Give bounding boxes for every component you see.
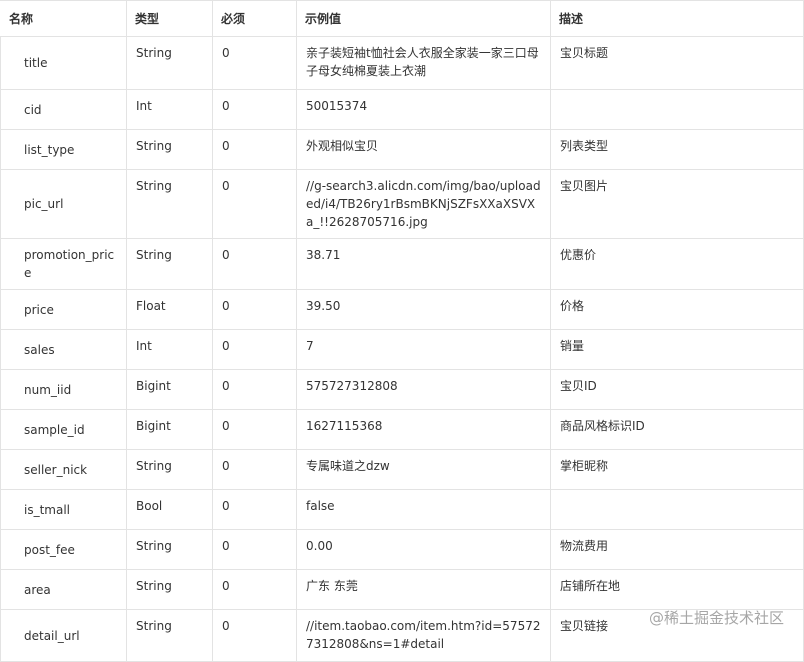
cell-example: 亲子装短袖t恤社会人衣服全家装一家三口母子母女纯棉夏装上衣潮 <box>296 36 551 90</box>
table-row: promotion_price String 0 38.71 优惠价 <box>0 238 804 290</box>
cell-example: 7 <box>296 329 551 370</box>
cell-name: list_type <box>0 129 127 170</box>
cell-required: 0 <box>212 609 297 662</box>
header-required: 必须 <box>212 0 297 37</box>
table-row: sample_id Bigint 0 1627115368 商品风格标识ID <box>0 409 804 450</box>
api-fields-table: 名称 类型 必须 示例值 描述 title String 0 亲子装短袖t恤社会… <box>0 0 804 662</box>
cell-required: 0 <box>212 529 297 570</box>
cell-type: Bigint <box>126 409 213 450</box>
cell-name: post_fee <box>0 529 127 570</box>
table-row: price Float 0 39.50 价格 <box>0 289 804 330</box>
cell-description <box>550 489 804 530</box>
cell-name: pic_url <box>0 169 127 239</box>
cell-required: 0 <box>212 129 297 170</box>
cell-name: detail_url <box>0 609 127 662</box>
cell-required: 0 <box>212 238 297 290</box>
cell-description: 价格 <box>550 289 804 330</box>
cell-description: 宝贝ID <box>550 369 804 410</box>
cell-required: 0 <box>212 89 297 130</box>
cell-example: //item.taobao.com/item.htm?id=5757273128… <box>296 609 551 662</box>
cell-name: price <box>0 289 127 330</box>
cell-description: 掌柜昵称 <box>550 449 804 490</box>
cell-name: area <box>0 569 127 610</box>
table-row: is_tmall Bool 0 false <box>0 489 804 530</box>
table-row: area String 0 广东 东莞 店铺所在地 <box>0 569 804 610</box>
cell-required: 0 <box>212 489 297 530</box>
cell-required: 0 <box>212 369 297 410</box>
cell-description: 物流费用 <box>550 529 804 570</box>
cell-description: 宝贝标题 <box>550 36 804 90</box>
cell-name: sample_id <box>0 409 127 450</box>
cell-type: Float <box>126 289 213 330</box>
cell-description: 宝贝图片 <box>550 169 804 239</box>
cell-example: 50015374 <box>296 89 551 130</box>
table-row: detail_url String 0 //item.taobao.com/it… <box>0 609 804 662</box>
cell-example: 广东 东莞 <box>296 569 551 610</box>
cell-name: cid <box>0 89 127 130</box>
cell-example: false <box>296 489 551 530</box>
table-header-row: 名称 类型 必须 示例值 描述 <box>0 0 804 37</box>
cell-type: String <box>126 238 213 290</box>
table-row: seller_nick String 0 专属味道之dzw 掌柜昵称 <box>0 449 804 490</box>
cell-type: String <box>126 129 213 170</box>
cell-description: 店铺所在地 <box>550 569 804 610</box>
cell-example: 39.50 <box>296 289 551 330</box>
cell-required: 0 <box>212 169 297 239</box>
table-row: num_iid Bigint 0 575727312808 宝贝ID <box>0 369 804 410</box>
cell-type: String <box>126 609 213 662</box>
cell-required: 0 <box>212 449 297 490</box>
cell-description: 优惠价 <box>550 238 804 290</box>
cell-name: promotion_price <box>0 238 127 290</box>
cell-type: String <box>126 169 213 239</box>
cell-example: //g-search3.alicdn.com/img/bao/uploaded/… <box>296 169 551 239</box>
cell-name: seller_nick <box>0 449 127 490</box>
cell-description <box>550 89 804 130</box>
cell-type: String <box>126 529 213 570</box>
cell-type: String <box>126 569 213 610</box>
cell-example: 专属味道之dzw <box>296 449 551 490</box>
table-row: pic_url String 0 //g-search3.alicdn.com/… <box>0 169 804 239</box>
table-row: title String 0 亲子装短袖t恤社会人衣服全家装一家三口母子母女纯棉… <box>0 36 804 90</box>
header-name: 名称 <box>0 0 127 37</box>
cell-name: title <box>0 36 127 90</box>
cell-description: 宝贝链接 <box>550 609 804 662</box>
cell-required: 0 <box>212 569 297 610</box>
cell-example: 38.71 <box>296 238 551 290</box>
cell-description: 销量 <box>550 329 804 370</box>
cell-type: String <box>126 449 213 490</box>
header-type: 类型 <box>126 0 213 37</box>
cell-name: num_iid <box>0 369 127 410</box>
cell-description: 商品风格标识ID <box>550 409 804 450</box>
cell-name: sales <box>0 329 127 370</box>
table-row: list_type String 0 外观相似宝贝 列表类型 <box>0 129 804 170</box>
cell-example: 0.00 <box>296 529 551 570</box>
table-row: post_fee String 0 0.00 物流费用 <box>0 529 804 570</box>
cell-example: 外观相似宝贝 <box>296 129 551 170</box>
cell-description: 列表类型 <box>550 129 804 170</box>
cell-type: Bool <box>126 489 213 530</box>
header-example: 示例值 <box>296 0 551 37</box>
cell-type: Bigint <box>126 369 213 410</box>
cell-required: 0 <box>212 409 297 450</box>
table-row: cid Int 0 50015374 <box>0 89 804 130</box>
cell-name: is_tmall <box>0 489 127 530</box>
cell-type: Int <box>126 329 213 370</box>
cell-example: 575727312808 <box>296 369 551 410</box>
table-row: sales Int 0 7 销量 <box>0 329 804 370</box>
cell-type: String <box>126 36 213 90</box>
cell-required: 0 <box>212 36 297 90</box>
header-description: 描述 <box>550 0 804 37</box>
cell-example: 1627115368 <box>296 409 551 450</box>
cell-required: 0 <box>212 289 297 330</box>
cell-type: Int <box>126 89 213 130</box>
cell-required: 0 <box>212 329 297 370</box>
